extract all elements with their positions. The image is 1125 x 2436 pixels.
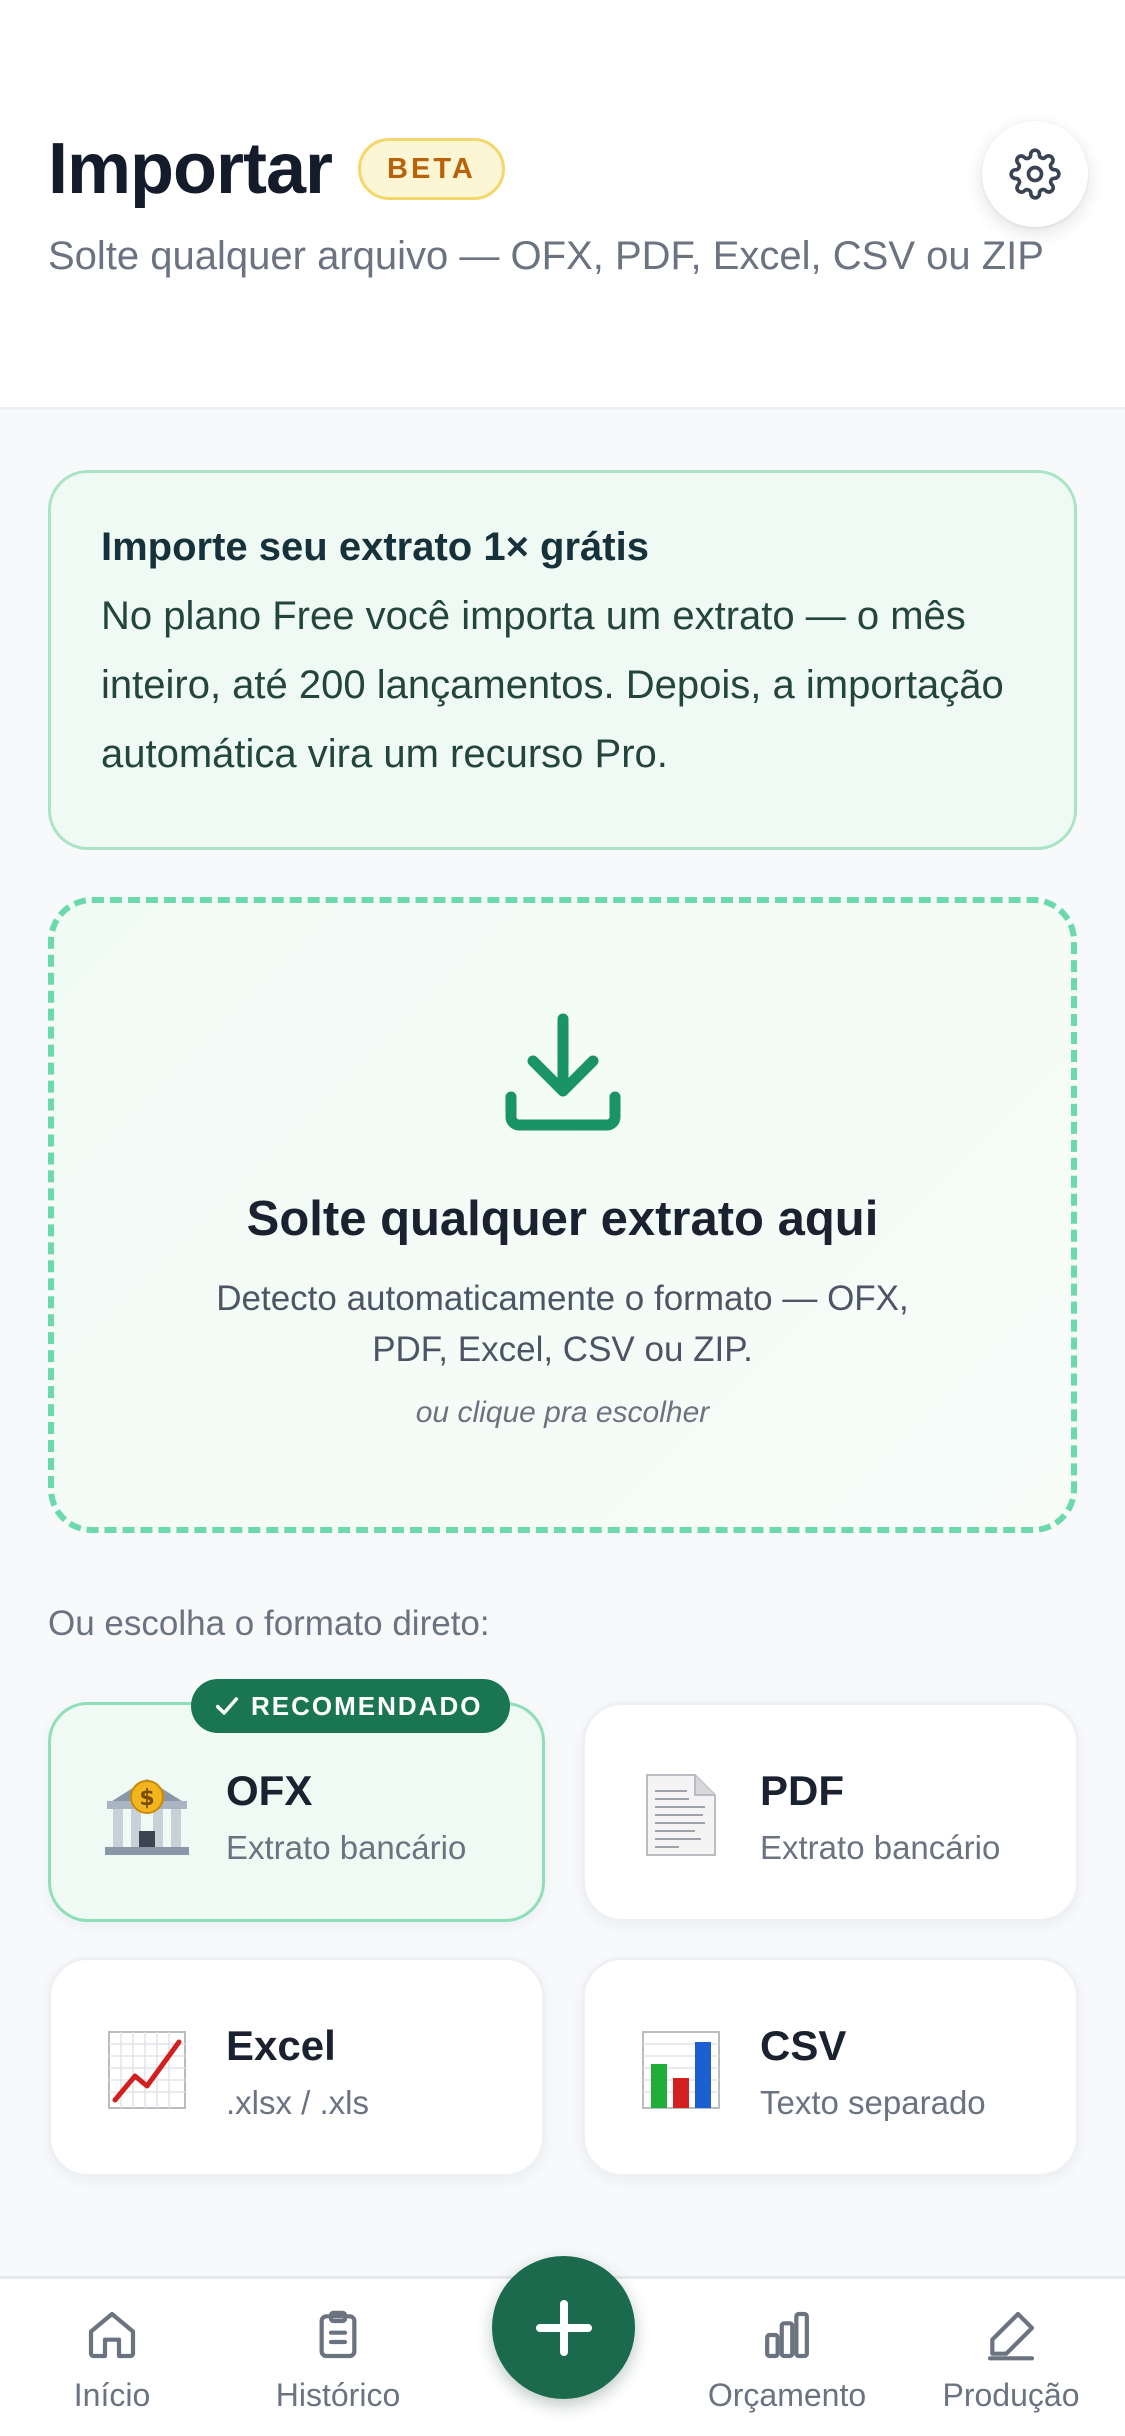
dropzone-hint: ou clique pra escolher <box>415 1396 710 1429</box>
dropzone-description: Detecto automaticamente o formato — OFX,… <box>216 1279 909 1369</box>
nav-item-orcamento[interactable]: Orçamento <box>700 2279 874 2436</box>
format-name: CSV <box>760 2022 847 2069</box>
page-subtitle: Solte qualquer arquivo — OFX, PDF, Excel… <box>48 234 1044 278</box>
bar-chart-icon <box>765 2311 809 2359</box>
check-icon <box>215 1697 239 1715</box>
beta-badge: BETA <box>358 138 505 200</box>
title-row: Importar BETA <box>48 128 505 210</box>
info-card-body: No plano Free você importa um extrato — … <box>101 594 1004 776</box>
document-icon <box>646 1774 716 1856</box>
format-name: OFX <box>226 1767 313 1814</box>
add-button[interactable] <box>492 2256 635 2399</box>
gear-icon <box>1009 148 1061 200</box>
format-description: Extrato bancário <box>760 1829 1001 1866</box>
nav-item-historico[interactable]: Histórico <box>256 2279 420 2436</box>
svg-text:$: $ <box>139 1786 154 1811</box>
page-title: Importar <box>48 129 333 209</box>
info-card-title: Importe seu extrato 1× grátis <box>101 525 649 569</box>
format-section-label: Ou escolha o formato direto: <box>48 1604 490 1643</box>
bank-icon: $ <box>105 1779 189 1855</box>
plus-icon <box>535 2299 592 2356</box>
nav-item-inicio[interactable]: Início <box>40 2279 184 2436</box>
format-card-csv[interactable]: CSV Texto separado <box>582 1957 1079 2177</box>
settings-button[interactable] <box>982 121 1088 227</box>
recommended-badge-label: RECOMENDADO <box>251 1690 483 1721</box>
format-description: Extrato bancário <box>226 1829 467 1866</box>
nav-item-producao[interactable]: Produção <box>936 2279 1086 2436</box>
line-chart-icon <box>108 2031 186 2109</box>
download-icon <box>505 1013 621 1131</box>
nav-label: Histórico <box>275 2377 401 2413</box>
nav-label: Produção <box>942 2377 1080 2413</box>
format-name: Excel <box>226 2022 336 2069</box>
dropzone-title: Solte qualquer extrato aqui <box>246 1192 879 1246</box>
format-card-excel[interactable]: Excel .xlsx / .xls <box>48 1957 545 2177</box>
format-card-ofx[interactable]: RECOMENDADO $ OFX Extrato bancário <box>48 1679 545 1922</box>
clipboard-icon <box>319 2310 357 2359</box>
bar-chart-icon <box>642 2031 720 2109</box>
file-dropzone[interactable]: Solte qualquer extrato aqui Detecto auto… <box>48 897 1077 1533</box>
nav-label: Orçamento <box>707 2377 867 2413</box>
nav-label: Início <box>73 2377 151 2413</box>
format-name: PDF <box>760 1767 844 1814</box>
home-icon <box>88 2311 136 2359</box>
format-description: Texto separado <box>760 2084 986 2121</box>
format-description: .xlsx / .xls <box>226 2084 370 2121</box>
format-card-pdf[interactable]: PDF Extrato bancário <box>582 1702 1079 1922</box>
header: Importar BETA Solte qualquer arquivo — O… <box>0 0 1125 410</box>
free-plan-info-card: Importe seu extrato 1× grátis No plano F… <box>48 470 1077 850</box>
recommended-badge: RECOMENDADO <box>191 1679 511 1733</box>
pen-icon <box>987 2311 1035 2361</box>
